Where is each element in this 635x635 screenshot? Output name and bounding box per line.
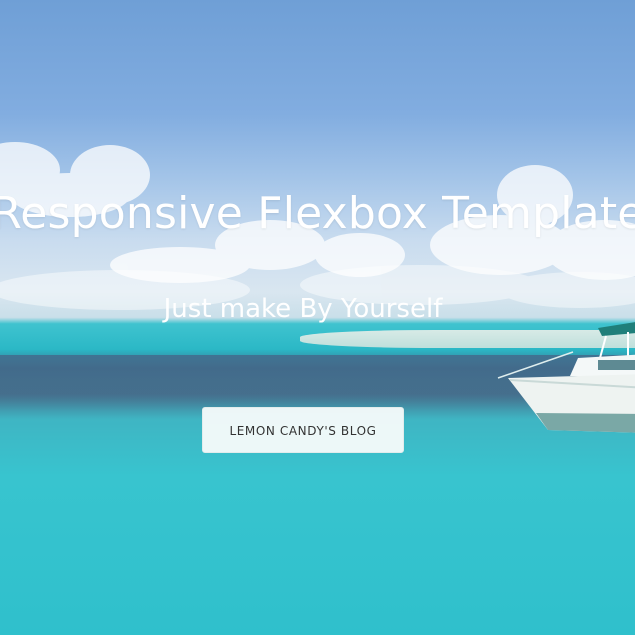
clouds-backdrop	[0, 142, 635, 310]
boat-icon	[497, 322, 635, 433]
hero-title: Responsive Flexbox Template	[0, 188, 635, 239]
hero-section: Responsive Flexbox Template Just make By…	[0, 0, 635, 635]
blog-button[interactable]: LEMON CANDY'S BLOG	[202, 407, 404, 453]
hero-subtitle: Just make By Yourself	[163, 294, 443, 324]
